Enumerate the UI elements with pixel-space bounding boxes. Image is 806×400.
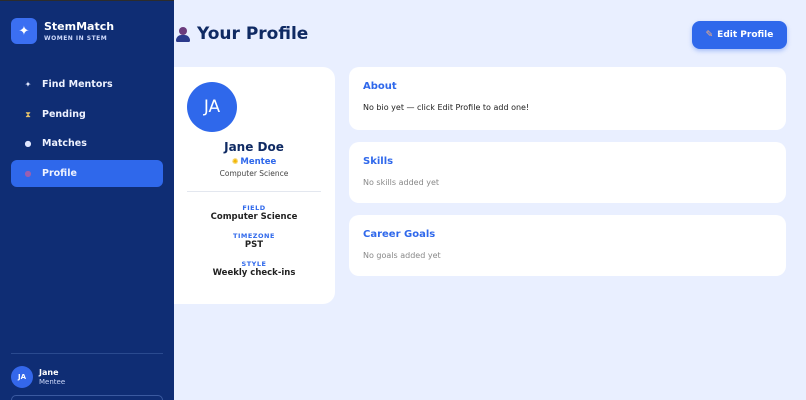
profile-role: ✺ Mentee [187, 157, 321, 167]
role-text: Mentee [240, 157, 277, 167]
current-user[interactable]: JA Jane Mentee [11, 366, 65, 388]
timezone-label: TIMEZONE [233, 232, 275, 240]
person-icon: ● [24, 169, 32, 178]
sidebar: ✦ StemMatch WOMEN IN STEM ✦ Find Mentors… [0, 0, 174, 400]
sidebar-item-find-mentors[interactable]: ✦ Find Mentors [11, 71, 163, 98]
avatar: JA [11, 366, 33, 388]
style-label: STYLE [241, 260, 267, 268]
about-card: About No bio yet — click Edit Profile to… [349, 67, 786, 130]
about-text: No bio yet — click Edit Profile to add o… [363, 103, 530, 112]
style-item: STYLE Weekly check-ins [187, 260, 321, 278]
divider [187, 191, 321, 192]
pencil-icon: ✎ [705, 30, 714, 40]
sidebar-item-label: Pending [42, 109, 86, 120]
about-title: About [363, 81, 397, 92]
profile-name: Jane Doe [224, 140, 284, 154]
sidebar-item-label: Profile [42, 168, 77, 179]
user-role: Mentee [39, 377, 66, 386]
skills-text: No skills added yet [363, 178, 439, 187]
chat-bubble-icon: ● [24, 139, 32, 148]
timezone-value: PST [244, 240, 264, 250]
hourglass-icon: ⧗ [25, 109, 31, 119]
skills-card: Skills No skills added yet [349, 142, 786, 203]
edit-profile-button[interactable]: ✎ Edit Profile [692, 21, 787, 49]
sparkle-icon: ✦ [24, 80, 32, 89]
sun-icon: ✺ [231, 157, 239, 166]
sidebar-item-label: Matches [42, 138, 87, 149]
sidebar-item-matches[interactable]: ● Matches [11, 130, 163, 157]
sidebar-item-profile[interactable]: ● Profile [11, 160, 163, 187]
page-title: Your Profile [174, 24, 308, 44]
career-goals-title: Career Goals [363, 229, 436, 240]
page-title-text: Your Profile [197, 24, 309, 44]
avatar: JA [187, 82, 237, 132]
profile-department: Computer Science [219, 169, 289, 178]
sidebar-item-pending[interactable]: ⧗ Pending [11, 101, 163, 128]
career-goals-text: No goals added yet [363, 251, 441, 260]
edit-profile-label: Edit Profile [717, 30, 774, 40]
field-item: FIELD Computer Science [187, 204, 321, 222]
sidebar-footer-button[interactable] [11, 395, 163, 400]
sidebar-item-label: Find Mentors [42, 79, 113, 90]
sidebar-divider [11, 353, 163, 354]
sparkle-icon: ✦ [11, 18, 37, 44]
timezone-item: TIMEZONE PST [187, 232, 321, 250]
field-label: FIELD [242, 204, 266, 212]
field-value: Computer Science [210, 212, 298, 222]
career-goals-card: Career Goals No goals added yet [349, 215, 786, 276]
person-icon [174, 24, 192, 44]
brand-name: StemMatch [44, 19, 115, 33]
style-value: Weekly check-ins [212, 268, 296, 278]
profile-card: JA Jane Doe ✺ Mentee Computer Science FIE… [174, 67, 335, 304]
brand[interactable]: ✦ StemMatch WOMEN IN STEM [11, 18, 114, 44]
skills-title: Skills [363, 156, 394, 167]
user-name: Jane [39, 367, 59, 377]
brand-tagline: WOMEN IN STEM [44, 34, 108, 42]
